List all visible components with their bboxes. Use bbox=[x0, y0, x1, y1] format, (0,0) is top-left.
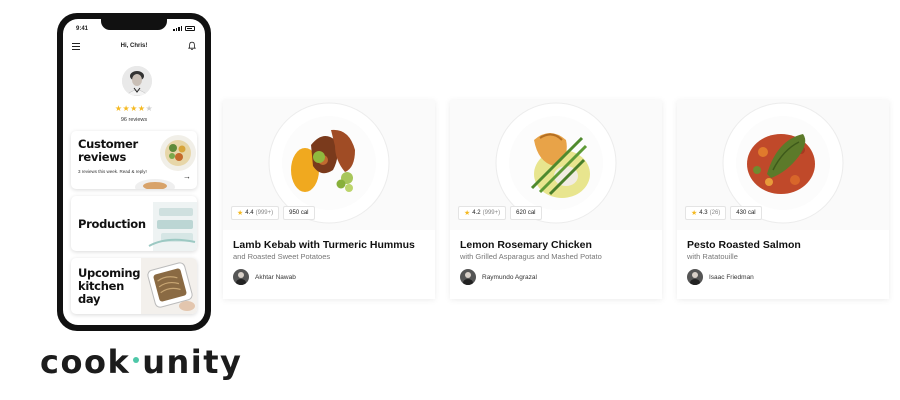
promo-card-upcoming-kitchen-day[interactable]: Upcoming kitchen day bbox=[71, 258, 197, 314]
rating-chip: ★ 4.3 (26) bbox=[685, 206, 727, 220]
star-icon: ★ bbox=[130, 104, 138, 113]
logo-text-right: unity bbox=[142, 343, 243, 381]
star-icon: ★ bbox=[122, 104, 131, 113]
meal-title[interactable]: Lamb Kebab with Turmeric Hummus bbox=[233, 239, 415, 251]
rating-chip: ★ 4.4 (999+) bbox=[231, 206, 280, 220]
promo-title: Upcoming kitchen day bbox=[78, 266, 141, 306]
rating-value: 4.3 bbox=[699, 210, 708, 216]
food-container-image bbox=[141, 258, 197, 314]
chef-name: Isaac Friedman bbox=[709, 273, 754, 281]
rating-count: (26) bbox=[709, 210, 721, 216]
star-icon: ★ bbox=[137, 104, 146, 113]
meal-title[interactable]: Lemon Rosemary Chicken bbox=[460, 239, 592, 251]
signal-icon bbox=[173, 26, 182, 31]
promo-card-production[interactable]: Production bbox=[71, 196, 197, 251]
rating-count: (999+) bbox=[482, 210, 501, 216]
chef-info[interactable]: Isaac Friedman bbox=[687, 269, 754, 285]
star-icon: ★ bbox=[464, 210, 471, 217]
plate-image bbox=[135, 179, 175, 189]
app-header: Hi, Chris! bbox=[63, 38, 205, 56]
rating-value: 4.2 bbox=[472, 210, 481, 216]
phone-screen: 9:41 Hi, Chris! ★★★★★ 96 reviews Custome… bbox=[63, 19, 205, 325]
cookunity-logo: cook unity bbox=[40, 343, 242, 381]
meal-subtitle: and Roasted Sweet Potatoes bbox=[233, 252, 331, 261]
meal-card[interactable]: ★ 4.4 (999+) 950 cal Lamb Kebab with Tur… bbox=[223, 100, 435, 299]
rating-count: (999+) bbox=[255, 210, 274, 216]
chef-info[interactable]: Akhtar Nawab bbox=[233, 269, 296, 285]
meal-chips: ★ 4.4 (999+) 950 cal bbox=[231, 206, 315, 220]
chef-name: Raymundo Agrazal bbox=[482, 273, 537, 281]
status-time: 9:41 bbox=[76, 26, 89, 32]
kitchen-containers-image bbox=[148, 202, 197, 251]
reviews-count: 96 reviews bbox=[120, 117, 148, 123]
calories-chip: 620 cal bbox=[510, 206, 542, 220]
meal-card[interactable]: ★ 4.3 (26) 430 cal Pesto Roasted Salmon … bbox=[677, 100, 889, 299]
status-icons bbox=[173, 26, 195, 31]
meal-card[interactable]: ★ 4.2 (999+) 620 cal Lemon Rosemary Chic… bbox=[450, 100, 662, 299]
logo-text-left: cook bbox=[40, 343, 131, 381]
rating-value: 4.4 bbox=[245, 210, 254, 216]
bell-icon[interactable] bbox=[187, 41, 197, 51]
battery-icon bbox=[185, 26, 195, 31]
chef-avatar bbox=[233, 269, 249, 285]
meal-chips: ★ 4.3 (26) 430 cal bbox=[685, 206, 762, 220]
promo-card-customer-reviews[interactable]: Customer reviews 3 reviews this week. Re… bbox=[71, 131, 197, 189]
chef-avatar bbox=[687, 269, 703, 285]
greeting: Hi, Chris! bbox=[120, 43, 148, 49]
chef-avatar[interactable] bbox=[122, 66, 152, 96]
rating-chip: ★ 4.2 (999+) bbox=[458, 206, 507, 220]
rating-stars: ★★★★★ bbox=[63, 104, 205, 113]
meal-chips: ★ 4.2 (999+) 620 cal bbox=[458, 206, 542, 220]
promo-title: Customer reviews bbox=[78, 137, 138, 164]
logo-dot bbox=[133, 357, 140, 363]
calories-value: 950 cal bbox=[289, 210, 309, 216]
chef-name: Akhtar Nawab bbox=[255, 273, 296, 281]
promo-title: Production bbox=[78, 217, 146, 231]
star-icon: ★ bbox=[145, 104, 154, 113]
phone-notch bbox=[101, 19, 167, 30]
calories-value: 620 cal bbox=[516, 210, 536, 216]
phone-mockup: 9:41 Hi, Chris! ★★★★★ 96 reviews Custome… bbox=[57, 13, 211, 331]
calories-value: 430 cal bbox=[736, 210, 756, 216]
meal-subtitle: with Grilled Asparagus and Mashed Potato bbox=[460, 252, 602, 261]
star-icon: ★ bbox=[237, 210, 244, 217]
meal-title[interactable]: Pesto Roasted Salmon bbox=[687, 239, 801, 251]
meal-subtitle: with Ratatouille bbox=[687, 252, 738, 261]
star-icon: ★ bbox=[691, 210, 698, 217]
chef-avatar bbox=[460, 269, 476, 285]
calories-chip: 430 cal bbox=[730, 206, 762, 220]
chef-info[interactable]: Raymundo Agrazal bbox=[460, 269, 537, 285]
calories-chip: 950 cal bbox=[283, 206, 315, 220]
